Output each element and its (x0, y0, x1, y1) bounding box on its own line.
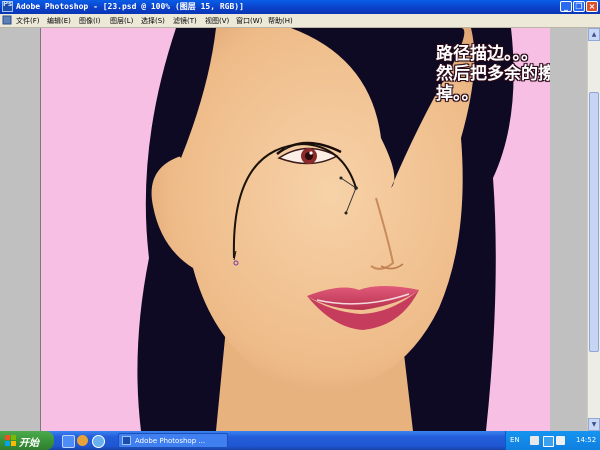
menu-image[interactable]: 图像(I) (79, 16, 101, 26)
tray-network-icon[interactable] (543, 436, 554, 447)
menu-view[interactable]: 视图(V) (205, 16, 229, 26)
title-bar: Adobe Photoshop - [23.psd @ 100% (图层 15,… (0, 0, 600, 14)
system-tray: EN 14:52 (505, 431, 600, 450)
language-indicator[interactable]: EN (510, 436, 520, 444)
close-icon: × (588, 2, 596, 11)
start-label: 开始 (19, 438, 39, 449)
restore-icon: ❐ (575, 2, 583, 11)
document-canvas[interactable]: 路径描边。。。 然后把多余的擦 掉。。 (40, 28, 550, 431)
tray-help-icon[interactable] (530, 436, 539, 445)
menu-select[interactable]: 选择(S) (141, 16, 165, 26)
close-button[interactable]: × (586, 1, 598, 12)
annotation-line: 路径描边。。。 (436, 44, 538, 64)
annotation-line: 然后把多余的擦 (436, 64, 550, 84)
tutorial-annotation: 路径描边。。。 然后把多余的擦 掉。。 (436, 44, 550, 104)
photoshop-app-icon[interactable] (2, 0, 13, 12)
scroll-down-button[interactable]: ▼ (588, 418, 600, 431)
minimize-icon: _ (564, 2, 568, 11)
menu-layer[interactable]: 图层(L) (110, 16, 133, 26)
desktop-quicklaunch-icon[interactable] (62, 435, 75, 448)
menu-file[interactable]: 文件(F) (16, 16, 40, 26)
minimize-button[interactable]: _ (560, 1, 572, 12)
clock: 14:52 (576, 436, 597, 444)
taskbar-photoshop-button[interactable]: Adobe Photoshop ... (118, 433, 228, 448)
scroll-up-button[interactable]: ▲ (588, 28, 600, 41)
workspace-right-margin (550, 28, 587, 431)
taskbar: 开始 Adobe Photoshop ... EN 14:52 (0, 431, 600, 450)
workspace-left-margin (0, 28, 40, 431)
vertical-scrollbar[interactable]: ▲ ▼ (587, 28, 600, 431)
annotation-line: 掉。。 (436, 84, 479, 104)
menu-filter[interactable]: 滤镜(T) (173, 16, 197, 26)
restore-button[interactable]: ❐ (573, 1, 585, 12)
menu-window[interactable]: 窗口(W) (236, 16, 262, 26)
windows-logo-icon (5, 435, 16, 446)
menu-bar: 文件(F) 编辑(E) 图像(I) 图层(L) 选择(S) 滤镜(T) 视图(V… (0, 14, 600, 28)
tray-volume-icon[interactable] (556, 436, 565, 445)
task-label: Adobe Photoshop ... (135, 437, 206, 445)
path-anchor (354, 186, 358, 190)
menu-help[interactable]: 帮助(H) (268, 16, 293, 26)
window-title: Adobe Photoshop - [23.psd @ 100% (图层 15,… (16, 2, 244, 11)
scroll-thumb[interactable] (589, 92, 599, 352)
start-button[interactable]: 开始 (0, 431, 54, 450)
media-player-icon[interactable] (77, 435, 88, 446)
ie-icon[interactable] (92, 435, 105, 448)
photoshop-task-icon (122, 436, 131, 445)
document-icon[interactable] (2, 15, 12, 25)
menu-edit[interactable]: 编辑(E) (47, 16, 71, 26)
